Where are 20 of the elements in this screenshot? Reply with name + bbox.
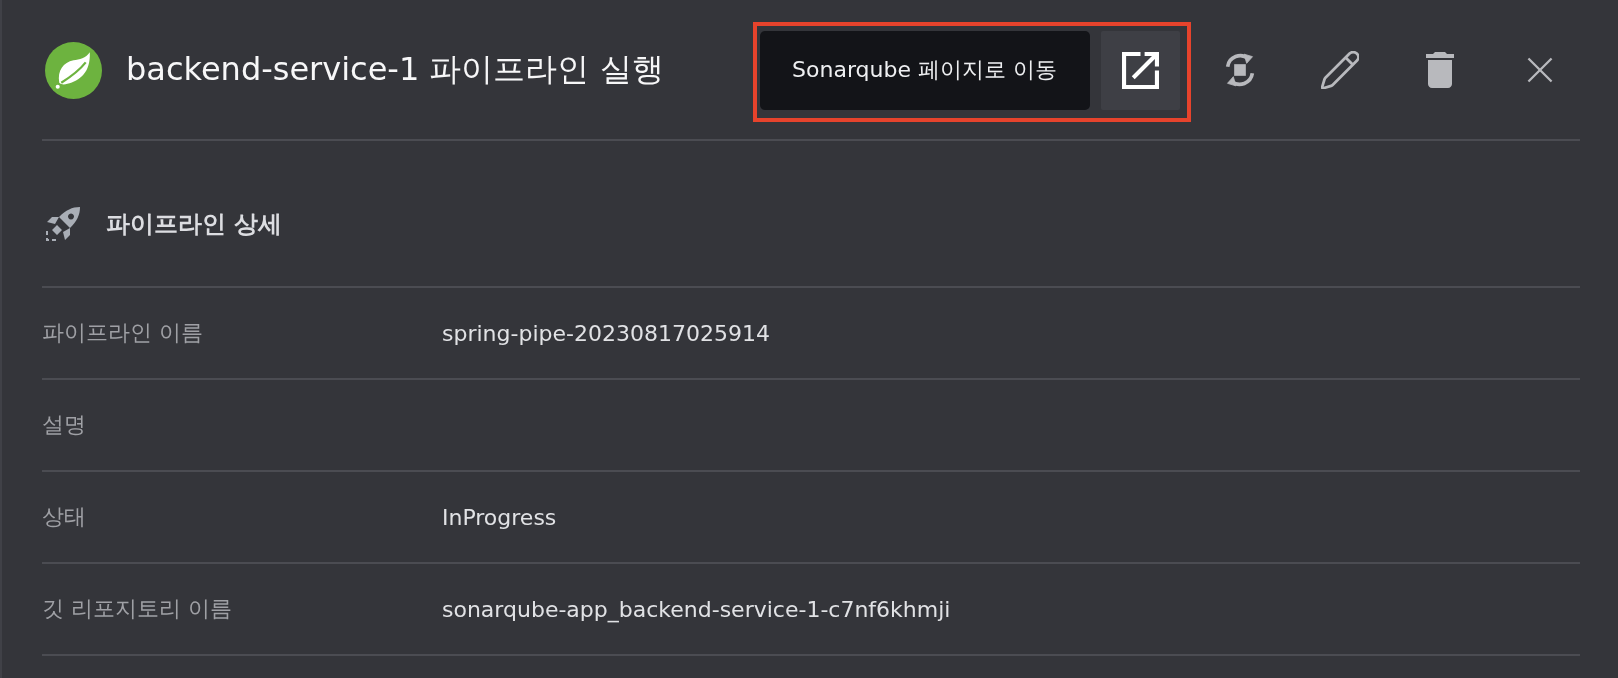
field-label: 깃 리포지토리 이름 — [42, 595, 233, 623]
logo-icon — [45, 41, 102, 99]
external-link-icon — [1121, 51, 1159, 89]
field-value: spring-pipe-20230817025914 — [442, 320, 770, 346]
page-title: backend-service-1 파이프라인 실행 — [126, 49, 664, 90]
close-icon — [1527, 57, 1553, 83]
delete-button[interactable] — [1426, 52, 1454, 88]
field-label: 상태 — [42, 503, 87, 531]
field-label: 설명 — [42, 411, 87, 439]
field-label: 파이프라인 이름 — [42, 319, 204, 347]
field-value: InProgress — [442, 504, 557, 530]
close-button[interactable] — [1527, 57, 1553, 83]
field-value: sonarqube-app_backend-service-1-c7nf6khmji — [442, 596, 951, 622]
external-link-button[interactable] — [1100, 30, 1180, 110]
trash-icon — [1426, 52, 1454, 88]
tooltip: Sonarqube 페이지로 이동 — [760, 30, 1090, 110]
rocket-icon — [45, 205, 81, 242]
edit-button[interactable] — [1321, 51, 1359, 89]
section-title: 파이프라인 상세 — [106, 208, 283, 240]
pencil-icon — [1321, 51, 1359, 89]
